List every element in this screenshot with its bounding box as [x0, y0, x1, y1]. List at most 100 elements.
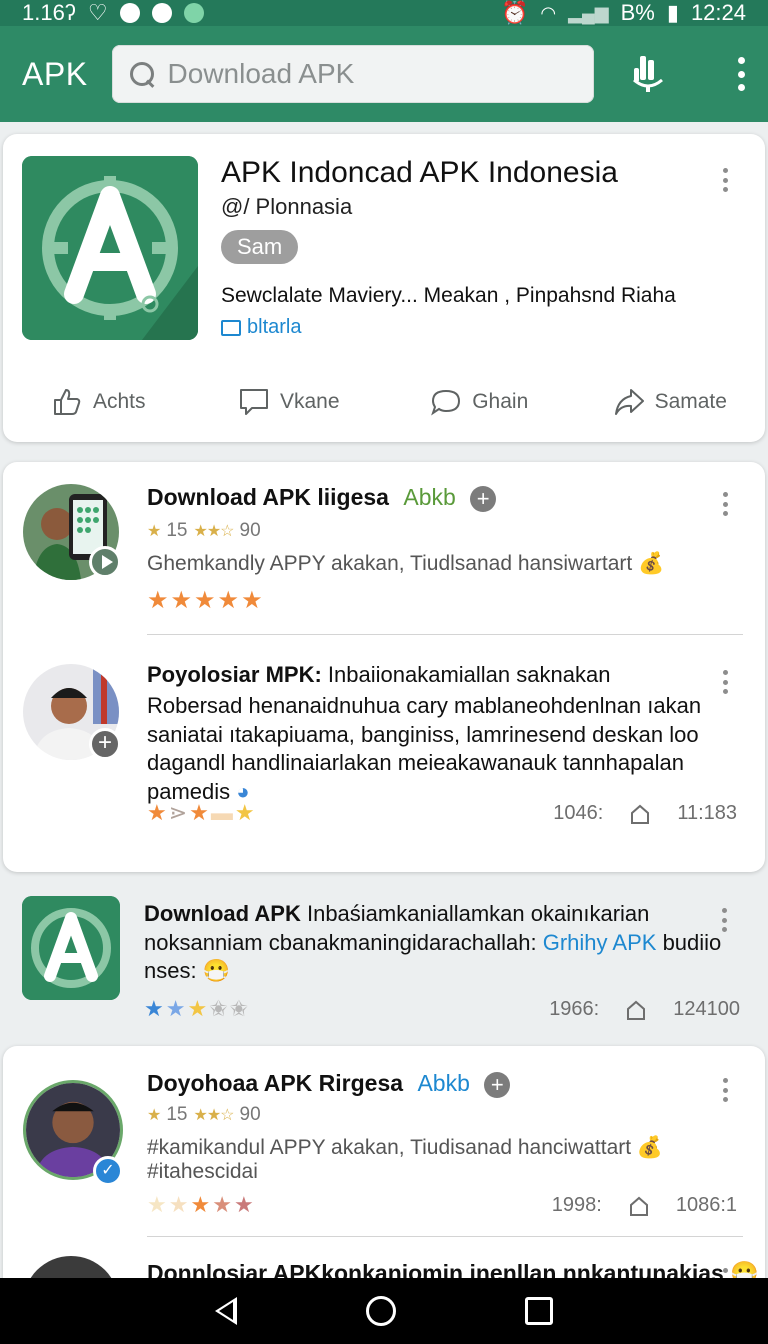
search-box[interactable]: [112, 45, 594, 103]
rating-line: ★ 15 ★★☆ 90: [147, 1104, 261, 1126]
post-title[interactable]: Poyolosiar MPK: Inbaiionakamiallan sakna…: [147, 662, 610, 688]
wifi-icon: ◠: [540, 2, 557, 23]
recent-apps-icon[interactable]: [525, 1297, 554, 1325]
app-title: APK: [22, 55, 88, 92]
star-icon: ✬: [209, 996, 230, 1021]
divider: [147, 1236, 743, 1237]
rating-value: 90: [239, 1104, 261, 1125]
post-tag[interactable]: Abkb: [403, 484, 455, 510]
meta-right: 124100: [673, 998, 740, 1020]
tools-icon: [151, 3, 172, 23]
star-icon: ★: [234, 800, 257, 825]
rating-value: 90: [239, 520, 261, 541]
category-chip[interactable]: Sam: [221, 230, 299, 264]
home-icon[interactable]: [365, 1296, 396, 1326]
comment-icon: [239, 389, 268, 415]
post-text: Robersad henanaidnuhua cary mablaneohden…: [147, 692, 737, 806]
app-description: Sewclalate Maviery... Meakan , Pinpahsnd…: [221, 284, 676, 307]
list-item[interactable]: Download APK Inbaśiamkaniallamkan okainı…: [0, 886, 768, 1036]
comment-label: Vkane: [279, 390, 340, 413]
money-bag-icon: 💰: [636, 1136, 664, 1159]
rating-stars-icon: ★★☆: [193, 523, 234, 540]
like-label: Achts: [92, 390, 146, 413]
app-link[interactable]: bltarla: [221, 316, 301, 339]
play-icon[interactable]: [89, 546, 121, 578]
star-icon: ★: [233, 1192, 256, 1217]
chat-label: Ghain: [472, 390, 529, 413]
post-meta: 1998: 1086:1: [552, 1194, 737, 1217]
system-navigation-bar: [0, 1278, 768, 1344]
upvote-icon[interactable]: [629, 804, 651, 824]
upvote-icon[interactable]: [628, 1196, 650, 1216]
upvote-icon[interactable]: [625, 1000, 647, 1020]
post-menu-icon[interactable]: [721, 1078, 729, 1102]
chat-button[interactable]: Ghain: [384, 386, 575, 418]
star-icon: ▬: [210, 800, 235, 825]
star-rating[interactable]: ★★★✬✬: [144, 996, 250, 1022]
post-title-rest: Inbaiionakamiallan saknakan: [321, 662, 611, 687]
star-icon: ★: [241, 587, 265, 614]
star-icon: ★: [147, 1192, 169, 1217]
status-time-left: 1.16ʔ: [22, 0, 76, 25]
star-icon: ★: [189, 800, 211, 825]
meta-left: 1966:: [549, 998, 600, 1020]
star-icon: ★: [190, 1192, 213, 1217]
share-button[interactable]: Samate: [575, 386, 766, 418]
app-logo: [22, 156, 198, 340]
status-time-right: 12:24: [690, 0, 746, 25]
link-icon: [221, 319, 241, 336]
post-title-text: Doyohoaa APK Rirgesa: [147, 1070, 404, 1096]
app-name: APK Indoncad APK Indonesia: [221, 156, 618, 189]
star-rating[interactable]: ★★★★★: [147, 1192, 256, 1218]
post-body-text: Ghemkandly APPY akakan, Tiudlsanad hansi…: [147, 552, 633, 575]
thumbs-up-icon: [53, 389, 81, 415]
camera-icon: [119, 3, 140, 23]
meta-right: 11:183: [677, 802, 737, 824]
post-hashtag[interactable]: #itahescidai: [147, 1160, 258, 1184]
add-icon[interactable]: +: [484, 1071, 511, 1098]
alarm-icon: ⏰: [501, 0, 529, 25]
post-highlight-link[interactable]: Grhihy APK: [543, 930, 657, 955]
overflow-menu-icon[interactable]: [736, 57, 746, 91]
post-title-text: Download APK liigesa: [147, 484, 389, 510]
battery-icon: ▮: [666, 0, 679, 25]
divider: [147, 634, 743, 635]
meta-left: 1998:: [551, 1194, 602, 1216]
featured-app-card[interactable]: APK Indoncad APK Indonesia @/ Plonnasia …: [3, 134, 765, 442]
app-bar: APK: [0, 26, 768, 122]
heart-icon: ♡: [87, 0, 108, 25]
developer-name[interactable]: @/ Plonnasia: [221, 194, 352, 220]
post-meta: 1966: 124100: [549, 998, 740, 1021]
meta-left: 1046:: [553, 802, 604, 824]
money-bag-icon: 💰: [638, 552, 665, 575]
signal-icon: ▂▄▆: [568, 2, 609, 23]
post-body-text: #kamikandul APPY akakan, Tiudisanad hanc…: [147, 1136, 632, 1159]
rating-count: 15: [166, 520, 188, 541]
back-icon[interactable]: [214, 1297, 237, 1325]
post-menu-icon[interactable]: [721, 492, 729, 516]
search-input[interactable]: [167, 58, 578, 90]
small-star-icon: ★: [147, 523, 161, 540]
post-tag[interactable]: Abkb: [417, 1070, 469, 1096]
star-icon: ★: [217, 587, 242, 614]
add-icon[interactable]: +: [89, 728, 121, 760]
post-menu-icon[interactable]: [720, 908, 728, 932]
share-label: Samate: [654, 390, 727, 413]
meta-right: 1086:1: [675, 1194, 737, 1216]
star-icon: ★: [194, 587, 218, 614]
comment-button[interactable]: Vkane: [194, 386, 385, 418]
star-rating[interactable]: ★⋗★▬★: [147, 800, 257, 826]
post-title[interactable]: Download APK liigesa Abkb +: [147, 484, 497, 512]
app-link-label: bltarla: [247, 316, 302, 338]
star-rating[interactable]: ★★★★★: [147, 586, 265, 615]
chat-bubble-icon: [431, 389, 461, 416]
battery-label: B%: [620, 0, 655, 25]
star-icon: ★: [144, 996, 166, 1021]
voice-search-icon[interactable]: [630, 54, 666, 94]
post-title[interactable]: Doyohoaa APK Rirgesa Abkb +: [147, 1070, 511, 1098]
card-menu-icon[interactable]: [721, 168, 729, 192]
post-meta: 1046: 11:183: [553, 802, 737, 825]
post-menu-icon[interactable]: [721, 670, 729, 694]
add-icon[interactable]: +: [470, 485, 497, 512]
like-button[interactable]: Achts: [3, 386, 194, 418]
